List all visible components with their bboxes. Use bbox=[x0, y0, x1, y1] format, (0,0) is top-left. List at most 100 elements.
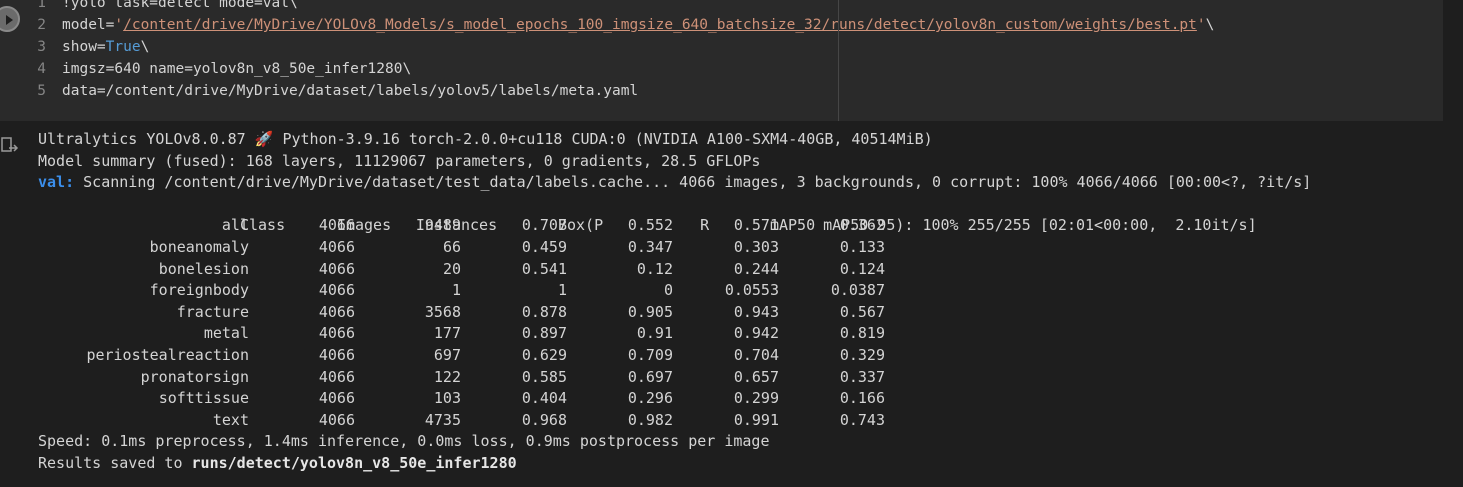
cell-images: 4066 bbox=[318, 302, 355, 321]
metrics-table-header: Class Images Instances Box(P RmAP50 mAP50-95)… bbox=[38, 194, 1438, 234]
output-toggle-icon[interactable] bbox=[0, 136, 20, 156]
results-prefix: Results saved to bbox=[38, 453, 192, 472]
cell-images: 4066 bbox=[318, 259, 355, 278]
code-token: True bbox=[105, 39, 141, 55]
code-line: 3 show=True\ bbox=[0, 36, 149, 58]
cell-map50-95: 0.567 bbox=[839, 302, 885, 321]
val-scan-line: val: Scanning /content/drive/MyDrive/dat… bbox=[38, 172, 1438, 194]
cell-r: 0.91 bbox=[636, 324, 673, 343]
cell-box-p: 0.459 bbox=[521, 237, 567, 256]
cell-images: 4066 bbox=[318, 216, 355, 235]
table-row: bonelesion 4066 20 0.541 0.12 0.244 0.124 bbox=[38, 259, 1438, 281]
cell-map50: 0.991 bbox=[733, 410, 779, 429]
cell-class: fracture bbox=[176, 302, 249, 321]
cell-instances: 697 bbox=[433, 345, 461, 364]
cell-r: 0.347 bbox=[627, 237, 673, 256]
line-number: 4 bbox=[37, 61, 46, 77]
metrics-table-body: all 4066 9489 0.707 0.552 0.571 0.362 boneanoma… bbox=[38, 215, 1438, 431]
table-row: boneanomaly 4066 66 0.459 0.347 0.303 0.133 bbox=[38, 237, 1438, 259]
results-line: Results saved to runs/detect/yolov8n_v8_… bbox=[38, 453, 1438, 475]
code-line: 5 data=/content/drive/MyDrive/dataset/lab… bbox=[0, 80, 638, 102]
cell-images: 4066 bbox=[318, 389, 355, 408]
cell-map50: 0.303 bbox=[733, 237, 779, 256]
code-token: show= bbox=[62, 39, 106, 55]
cell-box-p: 0.897 bbox=[521, 324, 567, 343]
cell-box-p: 0.585 bbox=[521, 367, 567, 386]
cell-map50-95: 0.743 bbox=[839, 410, 885, 429]
cell-r: 0.296 bbox=[627, 389, 673, 408]
cell-map50: 0.704 bbox=[733, 345, 779, 364]
cell-map50: 0.942 bbox=[733, 324, 779, 343]
cell-map50-95: 0.166 bbox=[839, 389, 885, 408]
cell-r: 0.905 bbox=[627, 302, 673, 321]
cell-box-p: 0.404 bbox=[521, 389, 567, 408]
cell-instances: 3568 bbox=[424, 302, 461, 321]
cell-instances: 4735 bbox=[424, 410, 461, 429]
cell-class: metal bbox=[203, 324, 249, 343]
table-row: text 4066 4735 0.968 0.982 0.991 0.743 bbox=[38, 410, 1438, 432]
speed-line: Speed: 0.1ms preprocess, 1.4ms inference… bbox=[38, 432, 770, 451]
cell-instances: 122 bbox=[433, 367, 461, 386]
cell-instances: 20 bbox=[442, 259, 461, 278]
cell-instances: 9489 bbox=[424, 216, 461, 235]
cell-box-p: 0.541 bbox=[521, 259, 567, 278]
play-icon bbox=[6, 15, 13, 25]
table-row: pronatorsign 4066 122 0.585 0.697 0.657 0.337 bbox=[38, 367, 1438, 389]
cell-instances: 66 bbox=[442, 237, 461, 256]
cell-class: bonelesion bbox=[158, 259, 249, 278]
table-row: foreignbody 4066 1 1 0 0.0553 0.0387 bbox=[38, 280, 1438, 302]
code-token: /content/drive/MyDrive/YOLOv8_Models/s_m… bbox=[123, 17, 1197, 33]
cell-map50: 0.943 bbox=[733, 302, 779, 321]
cell-map50-95: 0.362 bbox=[839, 216, 885, 235]
cell-class: boneanomaly bbox=[149, 237, 249, 256]
cell-images: 4066 bbox=[318, 367, 355, 386]
cell-map50-95: 0.329 bbox=[839, 345, 885, 364]
cell-r: 0.697 bbox=[627, 367, 673, 386]
cell-instances: 1 bbox=[451, 281, 461, 300]
rocket-icon: 🚀 bbox=[254, 130, 274, 148]
cell-box-p: 1 bbox=[557, 281, 567, 300]
cell-map50-95: 0.0387 bbox=[830, 281, 885, 300]
cell-instances: 103 bbox=[433, 389, 461, 408]
val-scan-text: Scanning /content/drive/MyDrive/dataset/… bbox=[74, 173, 1312, 192]
code-token: !yolo task=detect mode=val\ bbox=[62, 0, 298, 11]
cell-r: 0.982 bbox=[627, 410, 673, 429]
cell-box-p: 0.878 bbox=[521, 302, 567, 321]
cell-map50-95: 0.337 bbox=[839, 367, 885, 386]
cell-r: 0.552 bbox=[627, 216, 673, 235]
code-token: \ bbox=[1205, 17, 1215, 33]
cell-class: periostealreaction bbox=[86, 345, 249, 364]
cell-r: 0.12 bbox=[636, 259, 673, 278]
cell-images: 4066 bbox=[318, 237, 355, 256]
code-line: 4 imgsz=640 name=yolov8n_v8_50e_infer1280… bbox=[0, 58, 411, 80]
cell-instances: 177 bbox=[433, 324, 461, 343]
table-row: fracture 4066 3568 0.878 0.905 0.943 0.567 bbox=[38, 302, 1438, 324]
model-summary-line: Model summary (fused): 168 layers, 11129… bbox=[38, 151, 761, 170]
version-line: Ultralytics YOLOv8.0.87 🚀 Python-3.9.16 … bbox=[38, 129, 1438, 151]
editor-scrollbar-gutter[interactable] bbox=[1443, 0, 1463, 121]
line-number: 5 bbox=[37, 83, 46, 99]
cell-map50-95: 0.133 bbox=[839, 237, 885, 256]
cell-images: 4066 bbox=[318, 345, 355, 364]
table-row: periostealreaction 4066 697 0.629 0.709 0.704… bbox=[38, 345, 1438, 367]
code-editor[interactable]: 1 !yolo task=detect mode=val\ 2 model='/con… bbox=[0, 0, 1443, 121]
cell-box-p: 0.707 bbox=[521, 216, 567, 235]
cell-box-p: 0.629 bbox=[521, 345, 567, 364]
cell-images: 4066 bbox=[318, 324, 355, 343]
cell-r: 0 bbox=[663, 281, 673, 300]
line-number: 3 bbox=[37, 39, 46, 55]
code-cell[interactable]: 1 !yolo task=detect mode=val\ 2 model='/con… bbox=[0, 0, 1463, 121]
line-length-ruler bbox=[838, 0, 839, 121]
code-token: ' bbox=[1196, 17, 1206, 33]
cell-class: foreignbody bbox=[149, 281, 249, 300]
code-token: \ bbox=[140, 39, 150, 55]
cell-map50: 0.244 bbox=[733, 259, 779, 278]
cell-class: pronatorsign bbox=[140, 367, 249, 386]
cell-map50-95: 0.124 bbox=[839, 259, 885, 278]
table-row: softtissue 4066 103 0.404 0.296 0.299 0.166 bbox=[38, 388, 1438, 410]
cell-map50: 0.0553 bbox=[724, 281, 779, 300]
cell-map50: 0.657 bbox=[733, 367, 779, 386]
code-token: imgsz=640 name=yolov8n_v8_50e_infer1280\ bbox=[62, 61, 412, 77]
cell-output: Ultralytics YOLOv8.0.87 🚀 Python-3.9.16 … bbox=[38, 129, 1438, 475]
version-text: Ultralytics YOLOv8.0.87 bbox=[38, 130, 255, 148]
